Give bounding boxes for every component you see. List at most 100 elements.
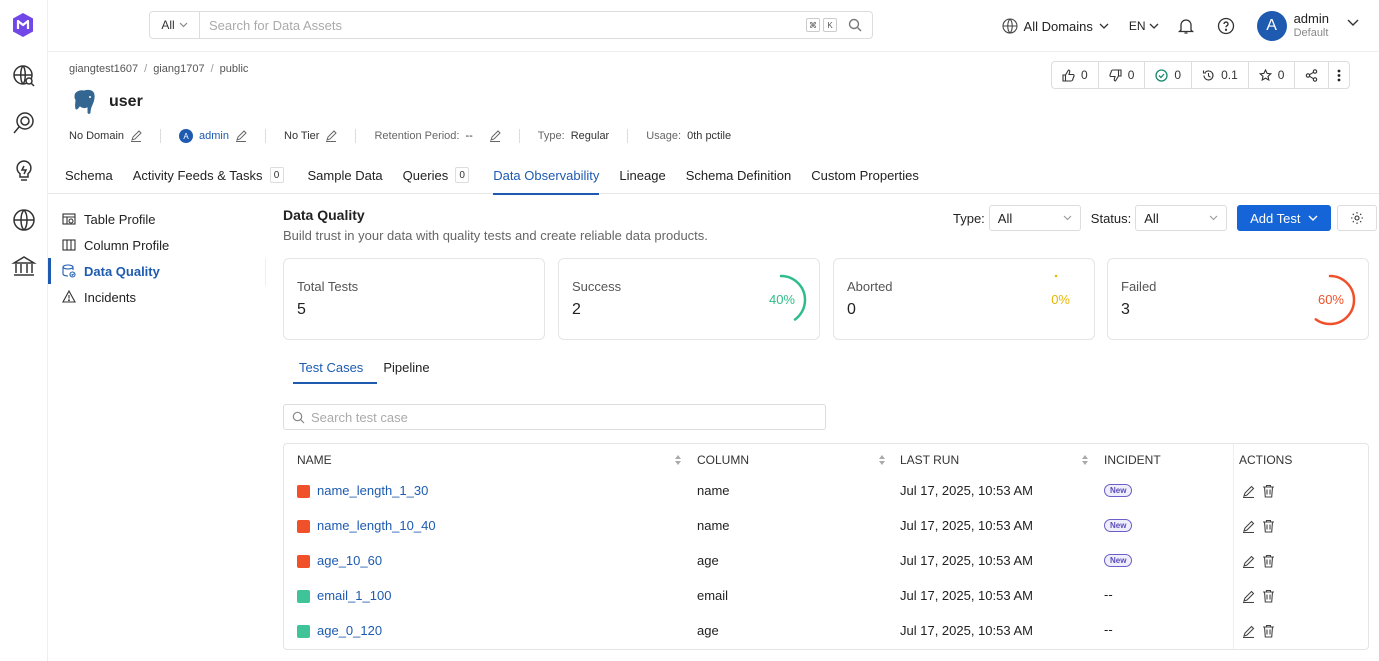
- follow-button[interactable]: 0: [1249, 62, 1296, 88]
- edit-pencil-icon[interactable]: [130, 130, 142, 142]
- column-header-last-run[interactable]: LAST RUN: [900, 453, 959, 467]
- type-filter-value: All: [997, 210, 1013, 226]
- test-case-link[interactable]: name_length_10_40: [317, 518, 436, 533]
- tab-queries[interactable]: Queries 0: [403, 156, 470, 194]
- menu-table-profile[interactable]: Table Profile: [48, 206, 266, 232]
- menu-column-profile[interactable]: Column Profile: [48, 232, 266, 258]
- tab-label: Queries: [402, 167, 449, 183]
- incident-badge[interactable]: New: [1104, 484, 1133, 497]
- trash-icon[interactable]: [1262, 554, 1275, 568]
- left-nav-sidebar: [0, 0, 48, 661]
- stat-value: 0: [847, 301, 856, 318]
- governance-building-icon[interactable]: [11, 254, 37, 280]
- edit-pencil-icon[interactable]: [1242, 625, 1255, 638]
- kbd-cmd: ⌘: [806, 18, 820, 32]
- usage-label: Usage:: [646, 130, 682, 142]
- help-icon[interactable]: [1217, 17, 1235, 35]
- tier-meta: No Tier: [284, 130, 338, 142]
- menu-incidents[interactable]: Incidents: [48, 284, 266, 310]
- notification-bell-icon[interactable]: [1177, 17, 1195, 35]
- history-icon: [1203, 69, 1214, 81]
- test-case-link[interactable]: name_length_1_30: [317, 483, 428, 498]
- settings-button[interactable]: [1337, 205, 1378, 231]
- breadcrumb-item[interactable]: public: [220, 63, 249, 75]
- test-case-search-input[interactable]: [311, 409, 825, 425]
- test-case-link[interactable]: age_10_60: [317, 553, 382, 568]
- tier-value: No Tier: [284, 130, 320, 142]
- type-filter-select[interactable]: All: [988, 205, 1081, 231]
- test-case-link[interactable]: email_1_100: [317, 588, 391, 603]
- search-icon: [292, 411, 305, 423]
- sort-icon[interactable]: [1081, 454, 1089, 466]
- tab-schema-definition[interactable]: Schema Definition: [686, 156, 792, 194]
- search-scope-dropdown[interactable]: All: [150, 12, 200, 38]
- chevron-down-icon[interactable]: [1347, 19, 1359, 27]
- user-info[interactable]: admin Default: [1294, 11, 1329, 41]
- breadcrumb-item[interactable]: giangtest1607: [69, 63, 138, 75]
- search-input[interactable]: [200, 17, 806, 33]
- table-header: NAME COLUMN LAST RUN INCIDENT ACTIONS: [284, 444, 1368, 476]
- column-cell: age: [697, 553, 719, 568]
- trash-icon[interactable]: [1262, 624, 1275, 638]
- edit-pencil-icon[interactable]: [1242, 590, 1255, 603]
- domains-globe-icon[interactable]: [11, 207, 37, 233]
- breadcrumb-separator: /: [210, 63, 214, 75]
- tab-test-cases[interactable]: Test Cases: [283, 360, 379, 384]
- share-icon: [1306, 68, 1318, 82]
- edit-pencil-icon[interactable]: [489, 130, 501, 142]
- owner-link[interactable]: admin: [199, 130, 229, 142]
- column-cell: email: [697, 588, 729, 603]
- edit-pencil-icon[interactable]: [1242, 555, 1255, 568]
- edit-pencil-icon[interactable]: [1242, 520, 1255, 533]
- breadcrumb-item[interactable]: giang1707: [153, 63, 204, 75]
- tasks-button[interactable]: 0: [1145, 62, 1193, 88]
- language-dropdown[interactable]: EN: [1129, 19, 1159, 33]
- globe-icon: [1001, 18, 1018, 34]
- user-name: admin: [1293, 11, 1329, 26]
- entity-tabs: Schema Activity Feeds & Tasks 0 Sample Da…: [48, 156, 1379, 195]
- share-button[interactable]: [1295, 62, 1330, 88]
- tab-activity-feeds[interactable]: Activity Feeds & Tasks 0: [133, 156, 284, 194]
- downvote-button[interactable]: 0: [1099, 62, 1146, 88]
- tab-schema[interactable]: Schema: [65, 156, 113, 194]
- tasks-count: 0: [1174, 68, 1182, 82]
- sort-icon[interactable]: [878, 454, 886, 466]
- trash-icon[interactable]: [1262, 519, 1275, 533]
- tab-pipeline[interactable]: Pipeline: [379, 360, 445, 384]
- app-logo-icon[interactable]: [10, 12, 36, 38]
- status-filter-select[interactable]: All: [1135, 205, 1228, 231]
- column-header-name[interactable]: NAME: [297, 453, 332, 467]
- menu-data-quality[interactable]: Data Quality: [48, 258, 266, 284]
- chevron-down-icon: [1149, 23, 1159, 29]
- search-icon[interactable]: [848, 18, 862, 32]
- observability-icon[interactable]: [11, 110, 37, 136]
- trash-icon[interactable]: [1262, 484, 1275, 498]
- trash-icon[interactable]: [1262, 589, 1275, 603]
- version-button[interactable]: 0.1: [1192, 62, 1249, 88]
- add-test-button[interactable]: Add Test: [1237, 205, 1332, 231]
- tab-lineage[interactable]: Lineage: [619, 156, 665, 194]
- upvote-button[interactable]: 0: [1052, 62, 1099, 88]
- usage-meta: Usage: 0th pctile: [646, 130, 731, 142]
- chevron-down-icon: [1063, 215, 1072, 221]
- explore-icon[interactable]: [11, 63, 37, 89]
- domains-dropdown[interactable]: All Domains: [1001, 18, 1109, 34]
- tab-custom-properties[interactable]: Custom Properties: [811, 156, 919, 194]
- insights-bulb-icon[interactable]: [11, 158, 37, 184]
- tab-sample-data[interactable]: Sample Data: [308, 156, 383, 194]
- sort-icon[interactable]: [674, 454, 682, 466]
- user-avatar[interactable]: A: [1256, 11, 1287, 41]
- edit-pencil-icon[interactable]: [1242, 485, 1255, 498]
- menu-label: Data Quality: [84, 263, 160, 279]
- test-case-link[interactable]: age_0_120: [317, 623, 382, 638]
- edit-pencil-icon[interactable]: [235, 130, 247, 142]
- stat-label: Total Tests: [297, 279, 359, 294]
- more-options-button[interactable]: [1329, 62, 1349, 88]
- usage-value: 0th pctile: [687, 130, 732, 142]
- tab-data-observability[interactable]: Data Observability: [493, 156, 600, 195]
- incident-badge[interactable]: New: [1104, 519, 1133, 532]
- edit-pencil-icon[interactable]: [325, 130, 338, 142]
- column-header-column[interactable]: COLUMN: [697, 453, 749, 467]
- incident-badge[interactable]: New: [1104, 554, 1133, 567]
- entity-name: user: [109, 93, 143, 110]
